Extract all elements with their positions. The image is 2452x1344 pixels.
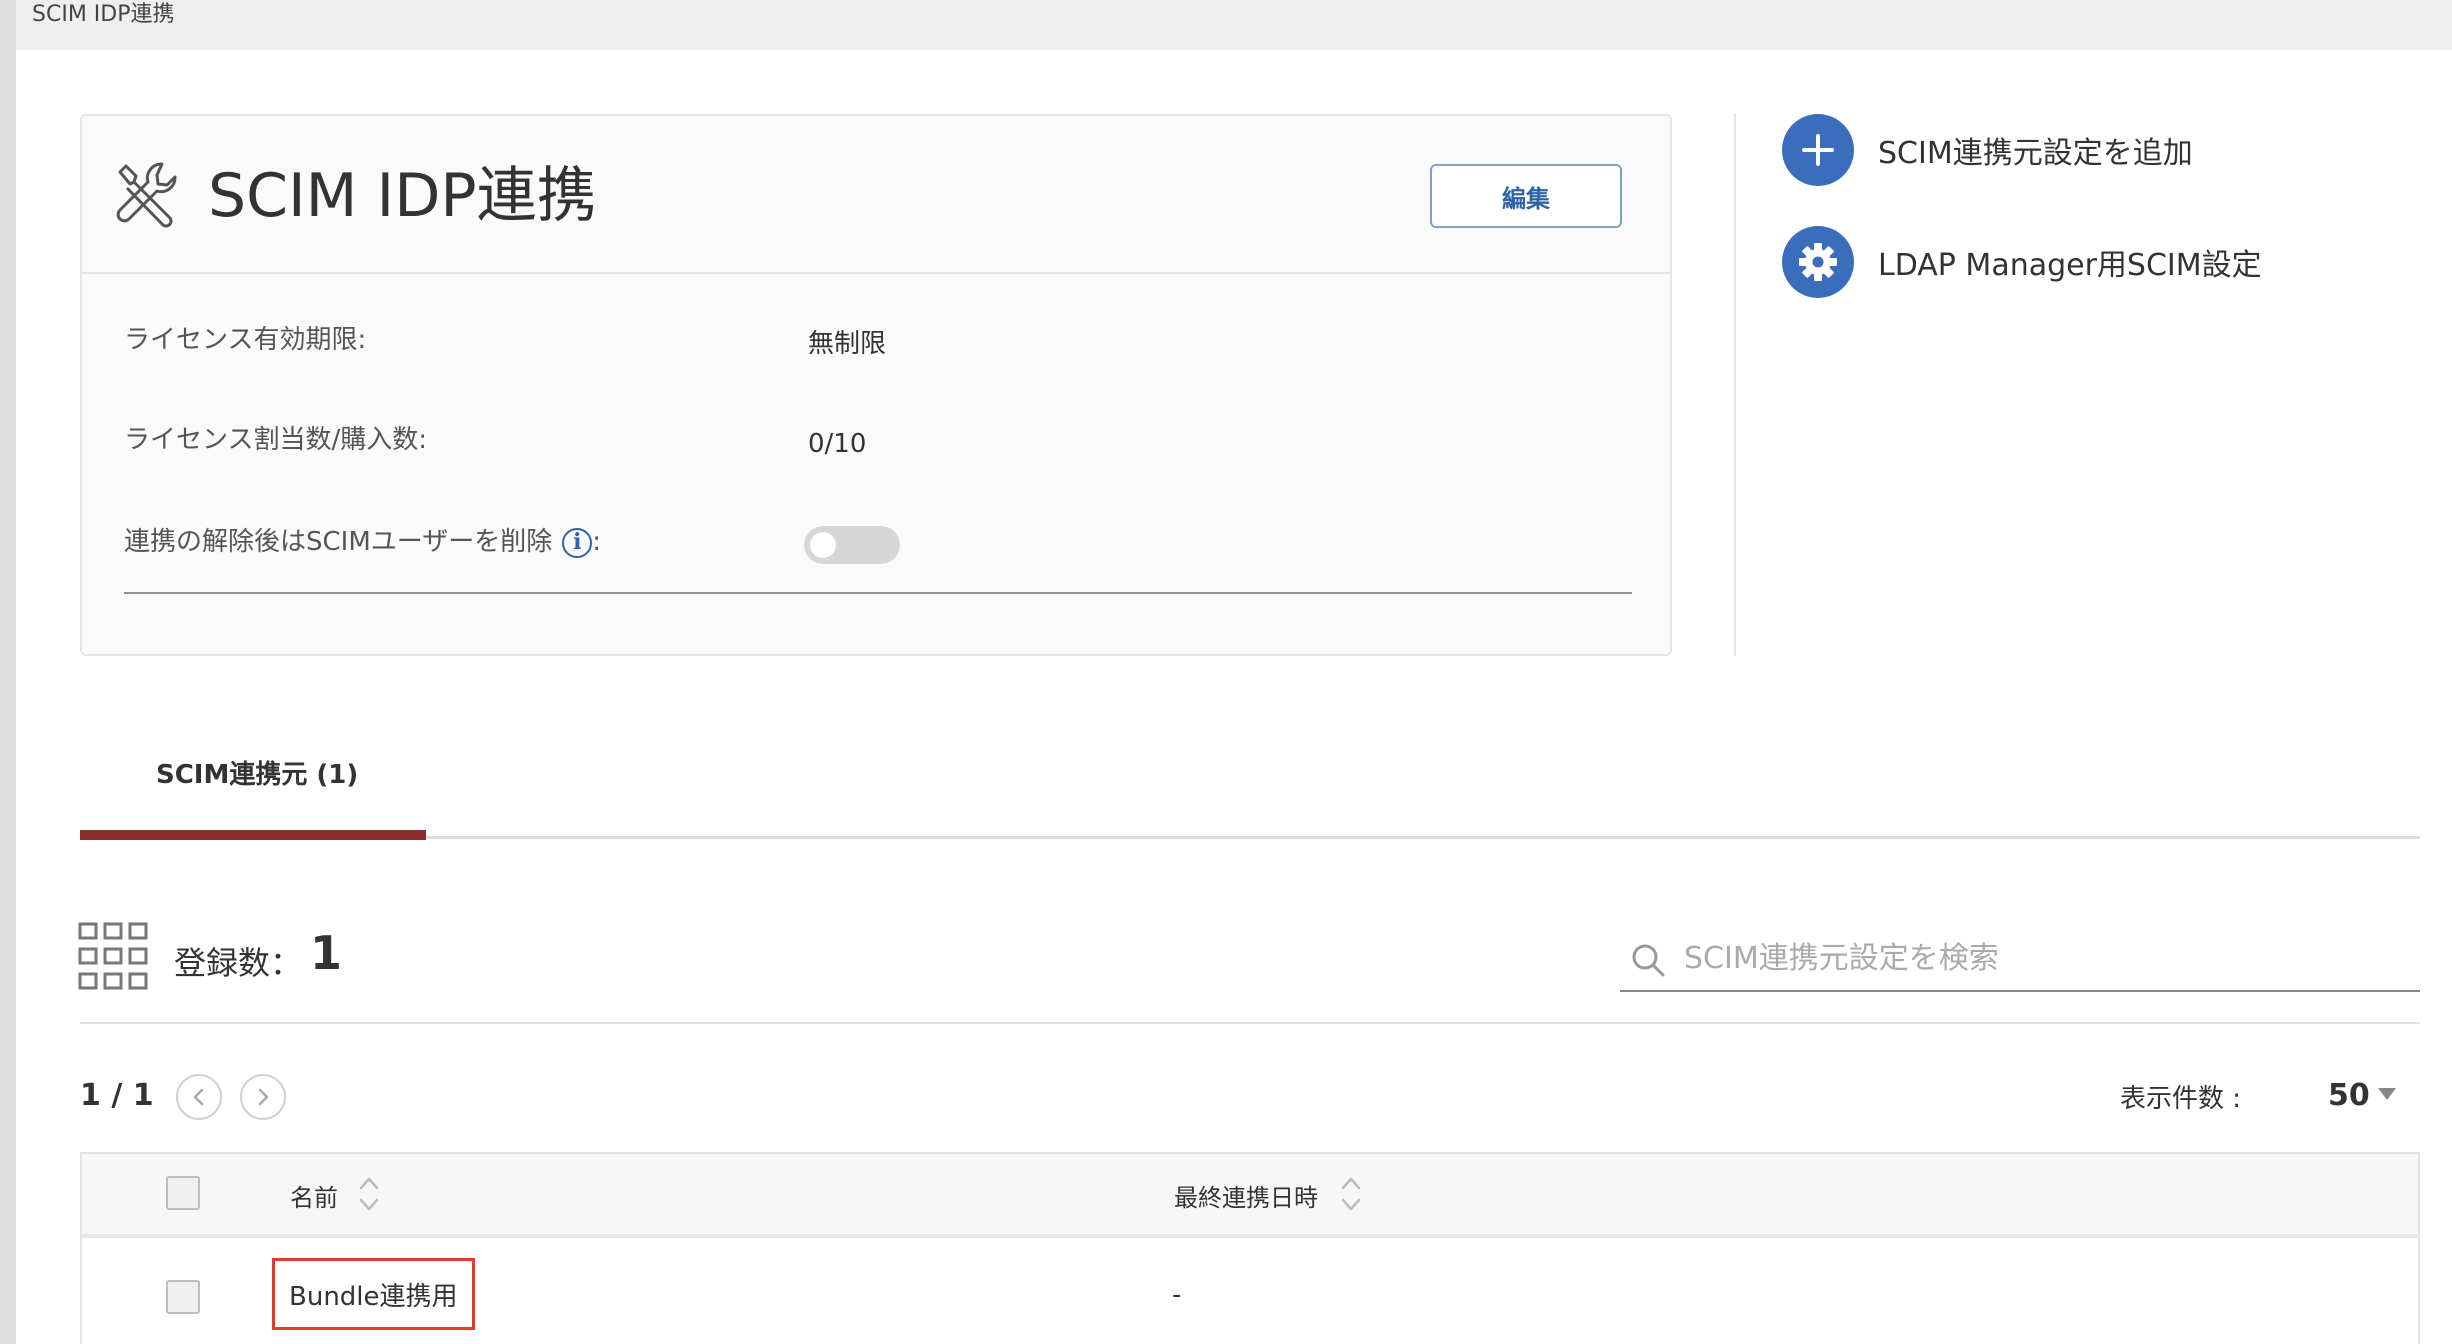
page-indicator: 1 / 1	[80, 1078, 154, 1113]
row-last-sync: -	[1172, 1280, 1182, 1310]
search-box[interactable]	[1620, 930, 2420, 992]
plus-icon	[1782, 114, 1854, 186]
ldap-scim-settings-label[interactable]: LDAP Manager用SCIM設定	[1878, 240, 2262, 284]
card-header: SCIM IDP連携 編集	[82, 116, 1670, 274]
row-checkbox[interactable]	[166, 1280, 200, 1314]
gear-icon	[1782, 226, 1854, 298]
prev-page-button[interactable]	[176, 1074, 222, 1120]
license-expiry-value: 無制限	[808, 329, 887, 359]
column-header-name[interactable]: 名前	[290, 1178, 338, 1213]
chevron-right-icon	[258, 1088, 269, 1106]
breadcrumb[interactable]: SCIM IDP連携	[32, 0, 175, 30]
tools-icon	[116, 162, 177, 228]
tab-active-indicator	[80, 830, 426, 840]
card-divider	[124, 592, 1632, 594]
select-all-checkbox[interactable]	[166, 1176, 200, 1210]
sort-icon[interactable]	[358, 1174, 380, 1214]
search-input[interactable]	[1684, 936, 2404, 980]
caret-down-icon[interactable]	[2378, 1088, 2396, 1100]
column-header-last-sync[interactable]: 最終連携日時	[1174, 1178, 1318, 1213]
search-icon	[1632, 944, 1665, 977]
toggle-knob	[810, 532, 836, 558]
chevron-left-icon	[193, 1088, 204, 1106]
info-card: SCIM IDP連携 編集 ライセンス有効期限: 無制限 ライセンス割当数/購入…	[80, 114, 1672, 656]
license-count-value: 0/10	[808, 429, 867, 459]
delete-after-unlink-colon: :	[592, 527, 602, 557]
next-page-button[interactable]	[240, 1074, 286, 1120]
tab-bar-line	[80, 836, 2420, 839]
per-page-label: 表示件数 :	[2120, 1084, 2242, 1114]
delete-after-unlink-text: 連携の解除後はSCIMユーザーを削除	[124, 527, 553, 557]
registered-count-value: 1	[310, 926, 343, 980]
license-count-label: ライセンス割当数/購入数:	[124, 425, 427, 455]
left-edge	[0, 0, 16, 1344]
add-scim-source-action[interactable]: SCIM連携元設定を追加	[1782, 114, 2193, 186]
license-expiry-label: ライセンス有効期限:	[124, 325, 367, 355]
top-bar	[16, 0, 2452, 50]
sort-icon[interactable]	[1340, 1174, 1362, 1214]
ldap-scim-settings-action[interactable]: LDAP Manager用SCIM設定	[1782, 226, 2262, 298]
grid-icon	[78, 922, 148, 990]
row-name-link[interactable]: Bundle連携用	[272, 1258, 475, 1330]
delete-after-unlink-toggle[interactable]	[804, 526, 900, 564]
info-icon[interactable]: i	[562, 527, 593, 558]
vertical-divider	[1734, 114, 1736, 656]
registered-count-label: 登録数：	[174, 944, 303, 982]
per-page-select[interactable]: 50	[2328, 1078, 2370, 1113]
tab-scim-sources[interactable]: SCIM連携元 (1)	[156, 754, 358, 791]
section-divider	[80, 1022, 2420, 1024]
add-scim-source-label[interactable]: SCIM連携元設定を追加	[1878, 128, 2193, 172]
card-title: SCIM IDP連携	[208, 161, 597, 231]
delete-after-unlink-label: 連携の解除後はSCIMユーザーを削除 i:	[124, 524, 601, 560]
edit-button[interactable]: 編集	[1430, 164, 1622, 228]
